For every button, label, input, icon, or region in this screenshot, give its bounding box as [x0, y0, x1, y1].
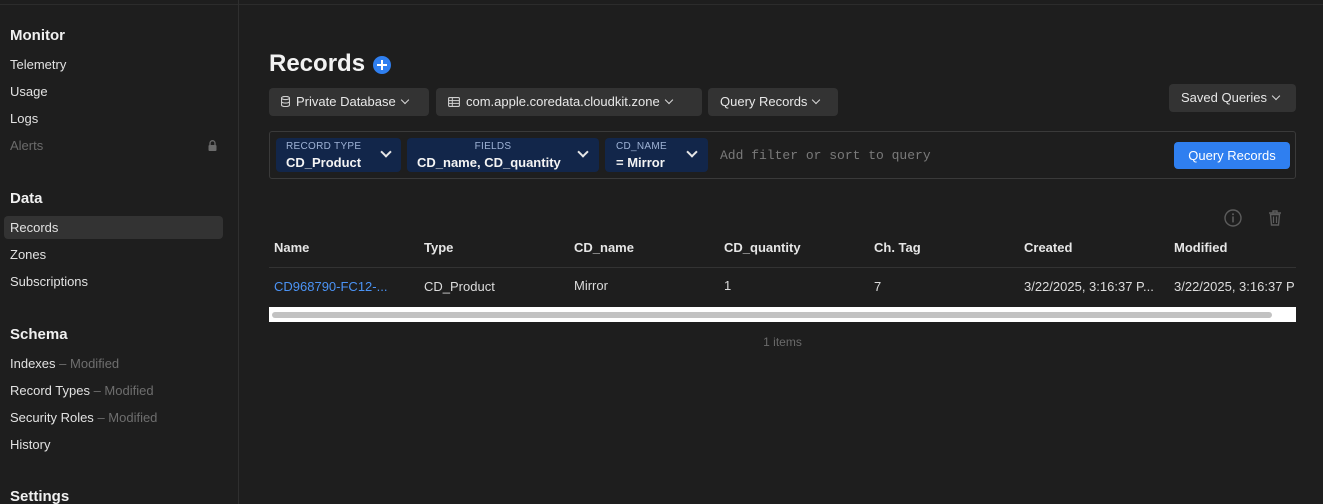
fields-chip[interactable]: FIELDS CD_name, CD_quantity	[407, 138, 599, 172]
column-header-change-tag[interactable]: Ch. Tag	[874, 240, 921, 255]
sidebar-section-settings: Settings	[10, 488, 70, 504]
database-label: Private Database	[296, 94, 396, 109]
sidebar-item-zones[interactable]: Zones	[4, 243, 223, 266]
zone-dropdown[interactable]: com.apple.coredata.cloudkit.zone	[436, 88, 702, 116]
sidebar-item-label: Indexes	[10, 356, 56, 371]
cell-created: 3/22/2025, 3:16:37 P...	[1024, 279, 1154, 294]
chip-value: CD_name, CD_quantity	[417, 155, 561, 170]
page-title: Records	[269, 50, 366, 77]
trash-icon[interactable]	[1265, 208, 1285, 228]
chevron-down-icon	[812, 95, 821, 105]
cell-cd-name: Mirror	[574, 278, 608, 293]
saved-queries-label: Saved Queries	[1181, 90, 1267, 105]
sidebar-section-schema: Schema	[10, 326, 68, 343]
chevron-down-icon	[664, 95, 673, 105]
record-type-chip[interactable]: RECORD TYPE CD_Product	[276, 138, 401, 172]
sidebar-item-security-roles[interactable]: Security Roles – Modified	[4, 406, 223, 429]
sidebar-item-label: Security Roles	[10, 410, 94, 425]
horizontal-scrollbar[interactable]	[269, 307, 1296, 322]
sidebar-item-record-types[interactable]: Record Types – Modified	[4, 379, 223, 402]
database-dropdown[interactable]: Private Database	[269, 88, 429, 116]
sidebar-section-monitor: Monitor	[10, 27, 65, 44]
header-divider	[269, 267, 1296, 268]
chip-value: = Mirror	[616, 155, 665, 170]
chip-key: RECORD TYPE	[286, 141, 362, 152]
chevron-down-icon	[577, 146, 589, 158]
sidebar-item-indexes[interactable]: Indexes – Modified	[4, 352, 223, 375]
chip-value: CD_Product	[286, 155, 362, 170]
sidebar-item-label: Alerts	[10, 138, 44, 153]
modified-status: – Modified	[59, 356, 120, 371]
column-header-name[interactable]: Name	[274, 240, 309, 255]
record-name-link[interactable]: CD968790-FC12-...	[274, 279, 399, 294]
zone-label: com.apple.coredata.cloudkit.zone	[466, 94, 660, 109]
sidebar-item-alerts: Alerts	[4, 134, 223, 157]
modified-status: – Modified	[97, 410, 158, 425]
column-header-created[interactable]: Created	[1024, 240, 1072, 255]
sidebar-section-data: Data	[10, 190, 43, 207]
sidebar-item-subscriptions[interactable]: Subscriptions	[4, 270, 223, 293]
query-type-dropdown[interactable]: Query Records	[708, 88, 838, 116]
column-header-modified[interactable]: Modified	[1174, 240, 1227, 255]
column-header-cd-quantity[interactable]: CD_quantity	[724, 240, 801, 255]
items-count: 1 items	[763, 335, 802, 349]
cd-name-chip[interactable]: CD_NAME = Mirror	[605, 138, 708, 172]
column-header-cd-name[interactable]: CD_name	[574, 240, 634, 255]
filter-input[interactable]	[720, 144, 1160, 166]
chevron-down-icon	[1271, 91, 1281, 101]
sidebar: Monitor Telemetry Usage Logs Alerts Data…	[0, 0, 239, 504]
cell-cd-quantity: 1	[724, 278, 732, 293]
modified-status: – Modified	[93, 383, 154, 398]
chevron-down-icon	[400, 95, 409, 105]
main-content: Records Private Database com.apple.cored…	[240, 0, 1323, 504]
info-icon[interactable]	[1223, 208, 1243, 228]
sidebar-item-label: History	[10, 437, 51, 452]
cell-modified: 3/22/2025, 3:16:37 P	[1174, 279, 1295, 294]
sidebar-item-history[interactable]: History	[4, 433, 223, 456]
saved-queries-dropdown[interactable]: Saved Queries	[1169, 84, 1296, 112]
sidebar-item-usage[interactable]: Usage	[4, 80, 223, 103]
lock-icon	[208, 140, 217, 151]
chip-key: CD_NAME	[616, 141, 667, 152]
table-icon	[448, 96, 460, 107]
chip-key: FIELDS	[474, 141, 512, 152]
chevron-down-icon	[686, 146, 698, 158]
sidebar-item-logs[interactable]: Logs	[4, 107, 223, 130]
add-record-plus-icon[interactable]	[373, 56, 391, 74]
sidebar-item-label: Record Types	[10, 383, 90, 398]
database-icon	[281, 96, 290, 108]
query-type-label: Query Records	[720, 94, 808, 109]
column-header-type[interactable]: Type	[424, 240, 453, 255]
cell-change-tag: 7	[874, 279, 882, 294]
scrollbar-thumb[interactable]	[272, 312, 1272, 318]
sidebar-item-records[interactable]: Records	[4, 216, 223, 239]
sidebar-item-telemetry[interactable]: Telemetry	[4, 53, 223, 76]
query-records-button[interactable]: Query Records	[1174, 142, 1290, 169]
chevron-down-icon	[380, 146, 392, 158]
cell-type: CD_Product	[424, 279, 495, 294]
query-filter-bar: RECORD TYPE CD_Product FIELDS CD_name, C…	[269, 131, 1296, 179]
